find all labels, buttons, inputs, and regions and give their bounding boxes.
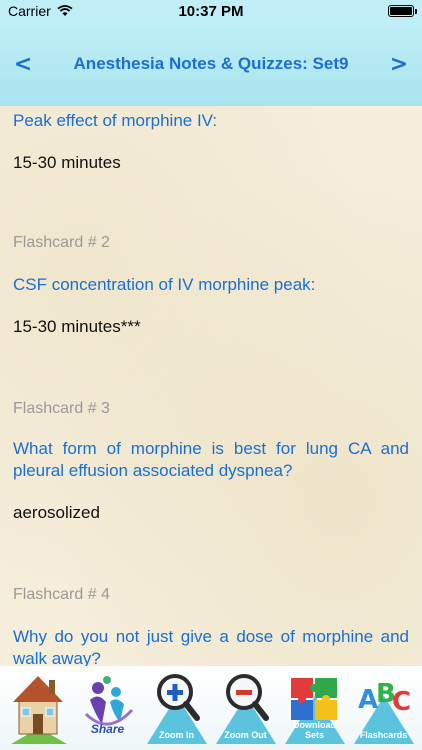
flashcard-content[interactable]: Peak effect of morphine IV: 15-30 minute…	[0, 106, 422, 666]
flashcard-question: Peak effect of morphine IV:	[13, 111, 218, 130]
svg-text:C: C	[392, 687, 411, 717]
flashcard-answer: 15-30 minutes	[13, 153, 121, 172]
page-title: Anesthesia Notes & Quizzes: Set9	[73, 54, 349, 73]
nav-bar: < Anesthesia Notes & Quizzes: Set9 >	[0, 22, 422, 106]
carrier-label: Carrier	[8, 3, 51, 19]
status-right	[294, 5, 417, 17]
house-icon	[10, 676, 67, 744]
flashcard-label: Flashcard # 4	[13, 586, 110, 603]
zoom-in-label: Zoom In	[159, 730, 194, 740]
flashcard-label: Flashcard # 2	[13, 234, 110, 251]
flashcard-2: Flashcard # 2 CSF concentration of IV mo…	[13, 234, 409, 338]
zoom-in-button[interactable]: Zoom In	[145, 666, 209, 746]
zoom-out-label: Zoom Out	[224, 730, 267, 740]
flashcard-question: Why do you not just give a dose of morph…	[13, 627, 409, 666]
battery-fill	[389, 7, 412, 15]
flashcard-question: CSF concentration of IV morphine peak:	[13, 275, 316, 294]
back-button[interactable]: <	[12, 52, 34, 77]
flashcard-label: Flashcard # 3	[13, 400, 110, 417]
flashcard-answer: aerosolized	[13, 503, 100, 522]
flashcards-label: Flashcards	[359, 730, 408, 740]
status-left: Carrier	[8, 3, 128, 19]
battery-icon	[387, 5, 417, 17]
home-button[interactable]	[7, 666, 71, 746]
share-button[interactable]: Share	[76, 666, 140, 746]
flashcard-answer: 15-30 minutes***	[13, 317, 141, 336]
share-label: Share	[90, 722, 125, 736]
flashcard-question: What form of morphine is best for lung C…	[13, 439, 409, 480]
status-time: 10:37 PM	[178, 2, 244, 20]
forward-button[interactable]: >	[388, 52, 410, 77]
wifi-icon	[57, 5, 73, 16]
flashcard-4: Flashcard # 4 Why do you not just give a…	[13, 586, 409, 666]
flashcards-button[interactable]: A B C Flashcards	[352, 666, 416, 746]
flashcard-3: Flashcard # 3 What form of morphine is b…	[13, 400, 409, 524]
bottom-toolbar: Share Zoom In Zoom Out Download Sets A B…	[0, 666, 422, 750]
download-sets-label: Download Sets	[293, 720, 336, 740]
status-bar: Carrier 10:37 PM	[0, 0, 422, 22]
download-sets-button[interactable]: Download Sets	[283, 666, 347, 746]
flashcard-1: Peak effect of morphine IV: 15-30 minute…	[13, 110, 409, 174]
zoom-out-button[interactable]: Zoom Out	[214, 666, 278, 746]
